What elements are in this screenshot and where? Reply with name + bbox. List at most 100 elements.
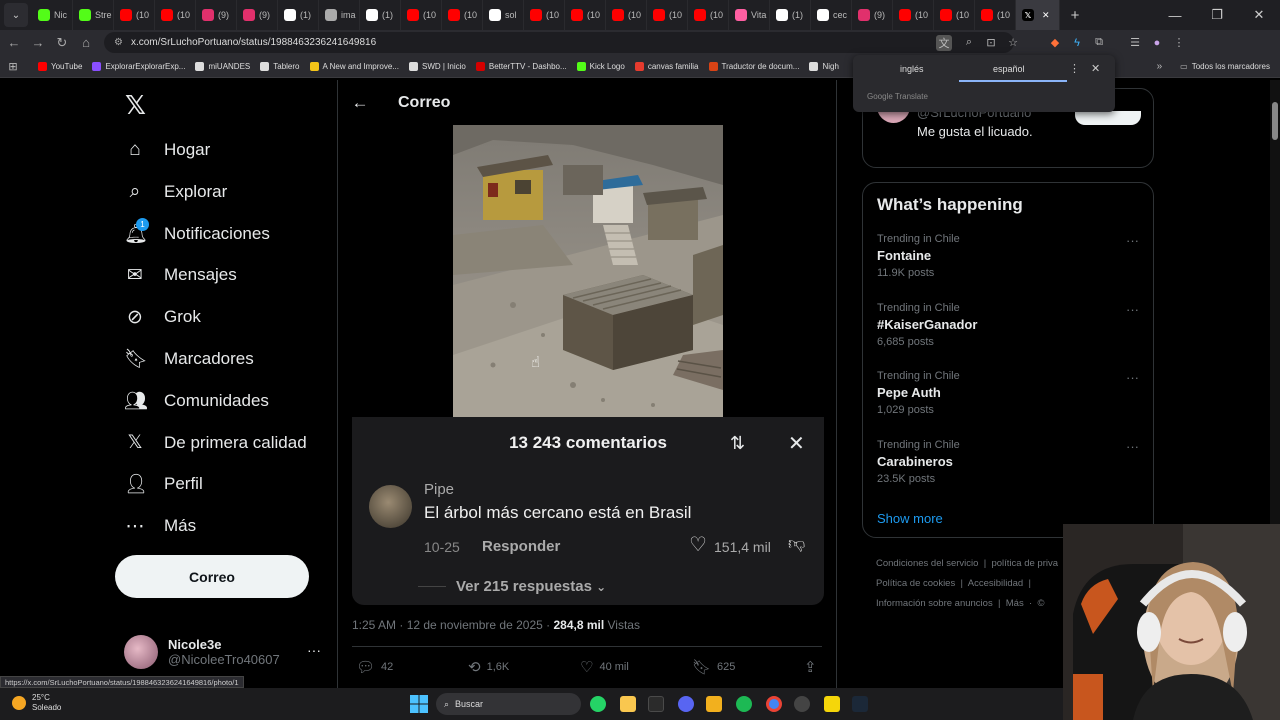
close-icon[interactable]: ✕ [788,431,805,456]
sidebar-item-marcadores[interactable]: 🔖︎ Marcadores [124,344,254,374]
bookmark-item[interactable]: Nigh [809,61,839,71]
browser-tab[interactable]: (9) [196,0,237,30]
notes-icon[interactable] [620,696,636,712]
privacy-link[interactable]: política de priva [991,558,1058,569]
browser-tab[interactable]: sol [483,0,524,30]
settings-icon[interactable] [794,696,810,712]
window-close-icon[interactable]: ✕ [1238,7,1280,23]
more-bookmarks-icon[interactable]: » [1157,61,1163,72]
browser-tab[interactable]: (1) [770,0,811,30]
bookmark-item[interactable]: Traductor de docum... [708,61,799,71]
commenter-avatar[interactable] [369,485,412,528]
minimize-icon[interactable]: — [1154,8,1196,23]
browser-tab[interactable]: (9) [237,0,278,30]
reply-action[interactable]: 💬︎ 42 [356,658,393,676]
back-icon[interactable]: ← [2,35,26,50]
browser-tab[interactable]: (10 [401,0,442,30]
browser-tab[interactable]: (9) [852,0,893,30]
browser-tab[interactable]: Stre [73,0,114,30]
spotify-icon[interactable] [736,696,752,712]
more-options-icon[interactable]: ··· [1126,302,1139,317]
browser-tab[interactable]: (10 [606,0,647,30]
whatsapp-icon[interactable] [590,696,606,712]
cookies-link[interactable]: Política de cookies [876,578,955,589]
reload-icon[interactable]: ↻ [50,35,74,51]
bookmark-item[interactable]: A New and Improve... [309,61,399,71]
more-options-icon[interactable]: ··· [1126,233,1139,248]
bookmark-item[interactable]: Kick Logo [576,61,625,71]
browser-tab[interactable]: ima [319,0,360,30]
x-logo-icon[interactable]: 𝕏 [125,90,146,121]
browser-tab[interactable]: (10 [647,0,688,30]
menu-icon[interactable]: ⋮ [1168,36,1190,49]
steam-icon[interactable] [852,696,868,712]
extension-fox-icon[interactable]: ◆ [1044,36,1066,49]
bookmark-item[interactable]: Tablero [260,61,300,71]
tab-search-button[interactable]: ⌄ [4,3,28,27]
sidebar-item-grok[interactable]: ⊘ Grok [124,302,201,332]
file-explorer-icon[interactable] [706,696,722,712]
sidebar-item-hogar[interactable]: ⌂ Hogar [124,135,210,165]
dislike-icon[interactable]: 👎︎ [788,533,805,554]
terms-link[interactable]: Condiciones del servicio [876,558,978,569]
tab-close-icon[interactable]: ✕ [1042,10,1050,21]
sidebar-item-comunidades[interactable]: 👥︎ Comunidades [124,386,269,416]
trend-item[interactable]: Trending in Chile Pepe Auth 1,029 posts ··· [877,370,1139,430]
browser-tab[interactable]: Vita [729,0,770,30]
sidebar-item-mensajes[interactable]: ✉ Mensajes [124,260,237,290]
bookmark-item[interactable]: BetterTTV - Dashbo... [475,61,567,71]
browser-tab[interactable]: (10 [524,0,565,30]
browser-tab[interactable]: Nic [32,0,73,30]
show-more-link[interactable]: Show more [877,511,943,526]
translate-options-icon[interactable]: ⋮ [1069,62,1080,75]
view-replies-button[interactable]: Ver 215 respuestas ⌄ [456,578,606,595]
sidebar-item-perfil[interactable]: 👤︎ Perfil [124,469,203,499]
bookmark-item[interactable]: SWD | Inicio [408,61,466,71]
discord-icon[interactable] [678,696,694,712]
source-language-tab[interactable]: inglés [900,64,924,74]
account-more-icon[interactable]: ··· [307,642,321,658]
follow-button[interactable] [1075,111,1141,125]
browser-tab[interactable]: (10 [893,0,934,30]
home-icon[interactable]: ⌂ [74,35,98,50]
sidebar-item-notificaciones[interactable]: 🔔︎ 1 Notificaciones [124,217,270,249]
forward-icon[interactable]: → [26,35,50,50]
bookmark-item[interactable]: miUANDES [195,61,250,71]
apps-grid-icon[interactable]: ⊞ [0,60,26,73]
like-action[interactable]: ♡ 40 mil [580,658,629,676]
chrome-icon[interactable] [766,696,782,712]
account-switcher[interactable]: Nicole3e @NicoleeTro40607 ··· [124,632,324,672]
browser-tab[interactable]: (10 [934,0,975,30]
browser-tab[interactable]: (10 [155,0,196,30]
browser-tab[interactable]: (10 [442,0,483,30]
site-info-icon[interactable]: ⚙ [114,37,123,48]
taskbar-search[interactable]: ⌕ Buscar [436,693,581,715]
bookmark-item[interactable]: YouTube [38,61,82,71]
windows-start-icon[interactable] [410,695,428,713]
install-icon[interactable]: ⊡ [980,36,1002,49]
reply-button[interactable]: Responder [482,538,560,555]
browser-tab[interactable]: (10 [114,0,155,30]
profile-icon[interactable]: ● [1146,37,1168,49]
browser-tab[interactable]: cec [811,0,852,30]
browser-tab[interactable]: (1) [278,0,319,30]
back-arrow-icon[interactable]: ← [338,93,382,113]
browser-tab[interactable]: (10 [688,0,729,30]
extensions-icon[interactable]: ⧉ [1088,36,1110,49]
sidebar-item-explorar[interactable]: ⌕ Explorar [124,177,228,207]
active-tab[interactable]: 𝕏 ✕ [1016,0,1060,30]
scrollbar-thumb[interactable] [1272,102,1278,140]
sidebar-item-más[interactable]: ⋯ Más [124,511,197,541]
sidebar-item-de-primera-calidad[interactable]: 𝕏 De primera calidad [124,428,306,458]
more-options-icon[interactable]: ··· [1126,370,1139,385]
more-link[interactable]: Más [1006,598,1024,609]
address-bar[interactable]: ⚙ x.com/SrLuchoPortuano/status/198846323… [104,32,1014,53]
bookmark-item[interactable]: ExplorarExplorarExp... [92,61,185,71]
repost-action[interactable]: ⟲ 1,6K [468,658,509,676]
target-language-tab[interactable]: español [993,64,1025,74]
post-image[interactable]: ☝ [453,125,723,417]
commenter-name[interactable]: Pipe [424,481,454,498]
xbox-icon[interactable] [648,696,664,712]
trend-item[interactable]: Trending in Chile Carabineros 23.5K posts ·… [877,439,1139,499]
star-icon[interactable]: ☆ [1002,36,1024,49]
